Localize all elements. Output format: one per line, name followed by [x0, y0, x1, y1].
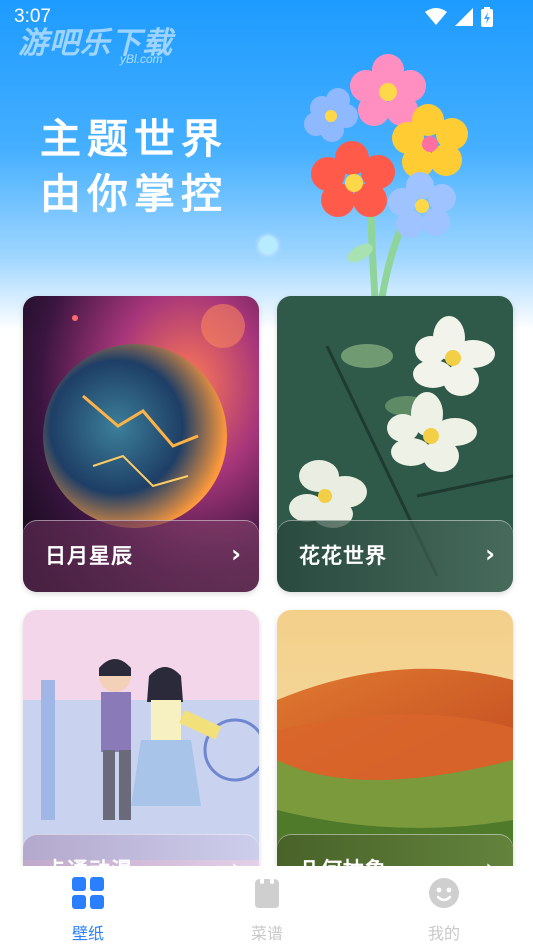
- wallpaper-grid-icon: [72, 877, 104, 909]
- hero-title: 主题世界 由你掌控: [40, 112, 228, 222]
- chevron-right-icon: ›: [485, 540, 495, 568]
- nav-item-recipe[interactable]: 菜谱: [222, 876, 312, 944]
- status-icons: [425, 7, 493, 27]
- card-title: 花花世界: [299, 544, 387, 568]
- screen: 3:07 游吧乐下载 yBl.com 主题世界 由你掌控 日月星辰 › 花花世界…: [0, 0, 533, 948]
- nav-label: 壁纸: [71, 924, 104, 943]
- balloon-flower-illustration: [304, 54, 468, 298]
- card-geometric-abstract[interactable]: 几何抽象 ›: [277, 610, 513, 906]
- status-time: 3:07: [14, 6, 51, 27]
- hero-dot: [259, 236, 277, 254]
- wifi-icon: [425, 8, 447, 25]
- card-title: 日月星辰: [45, 544, 133, 568]
- recipe-icon: [255, 876, 279, 908]
- battery-icon: [481, 7, 493, 27]
- profile-face-icon: [429, 878, 459, 908]
- card-label-bar: 花花世界 ›: [277, 520, 513, 592]
- card-cartoon-anime[interactable]: 卡通动漫 ›: [23, 610, 259, 906]
- signal-icon: [455, 8, 473, 26]
- bottom-nav: 壁纸 菜谱 我的: [0, 866, 533, 948]
- hero-title-line2: 由你掌控: [40, 170, 228, 218]
- card-sun-moon-stars[interactable]: 日月星辰 ›: [23, 296, 259, 592]
- status-bar: 3:07: [0, 0, 533, 34]
- card-flower-world[interactable]: 花花世界 ›: [277, 296, 513, 592]
- watermark-sub: yBl.com: [120, 52, 163, 66]
- hero-title-line1: 主题世界: [40, 115, 228, 163]
- nav-label: 菜谱: [250, 924, 283, 943]
- nav-label: 我的: [427, 924, 460, 943]
- chevron-right-icon: ›: [231, 540, 241, 568]
- card-label-bar: 日月星辰 ›: [23, 520, 259, 592]
- nav-item-wallpaper[interactable]: 壁纸: [43, 876, 133, 944]
- nav-item-profile[interactable]: 我的: [399, 876, 489, 944]
